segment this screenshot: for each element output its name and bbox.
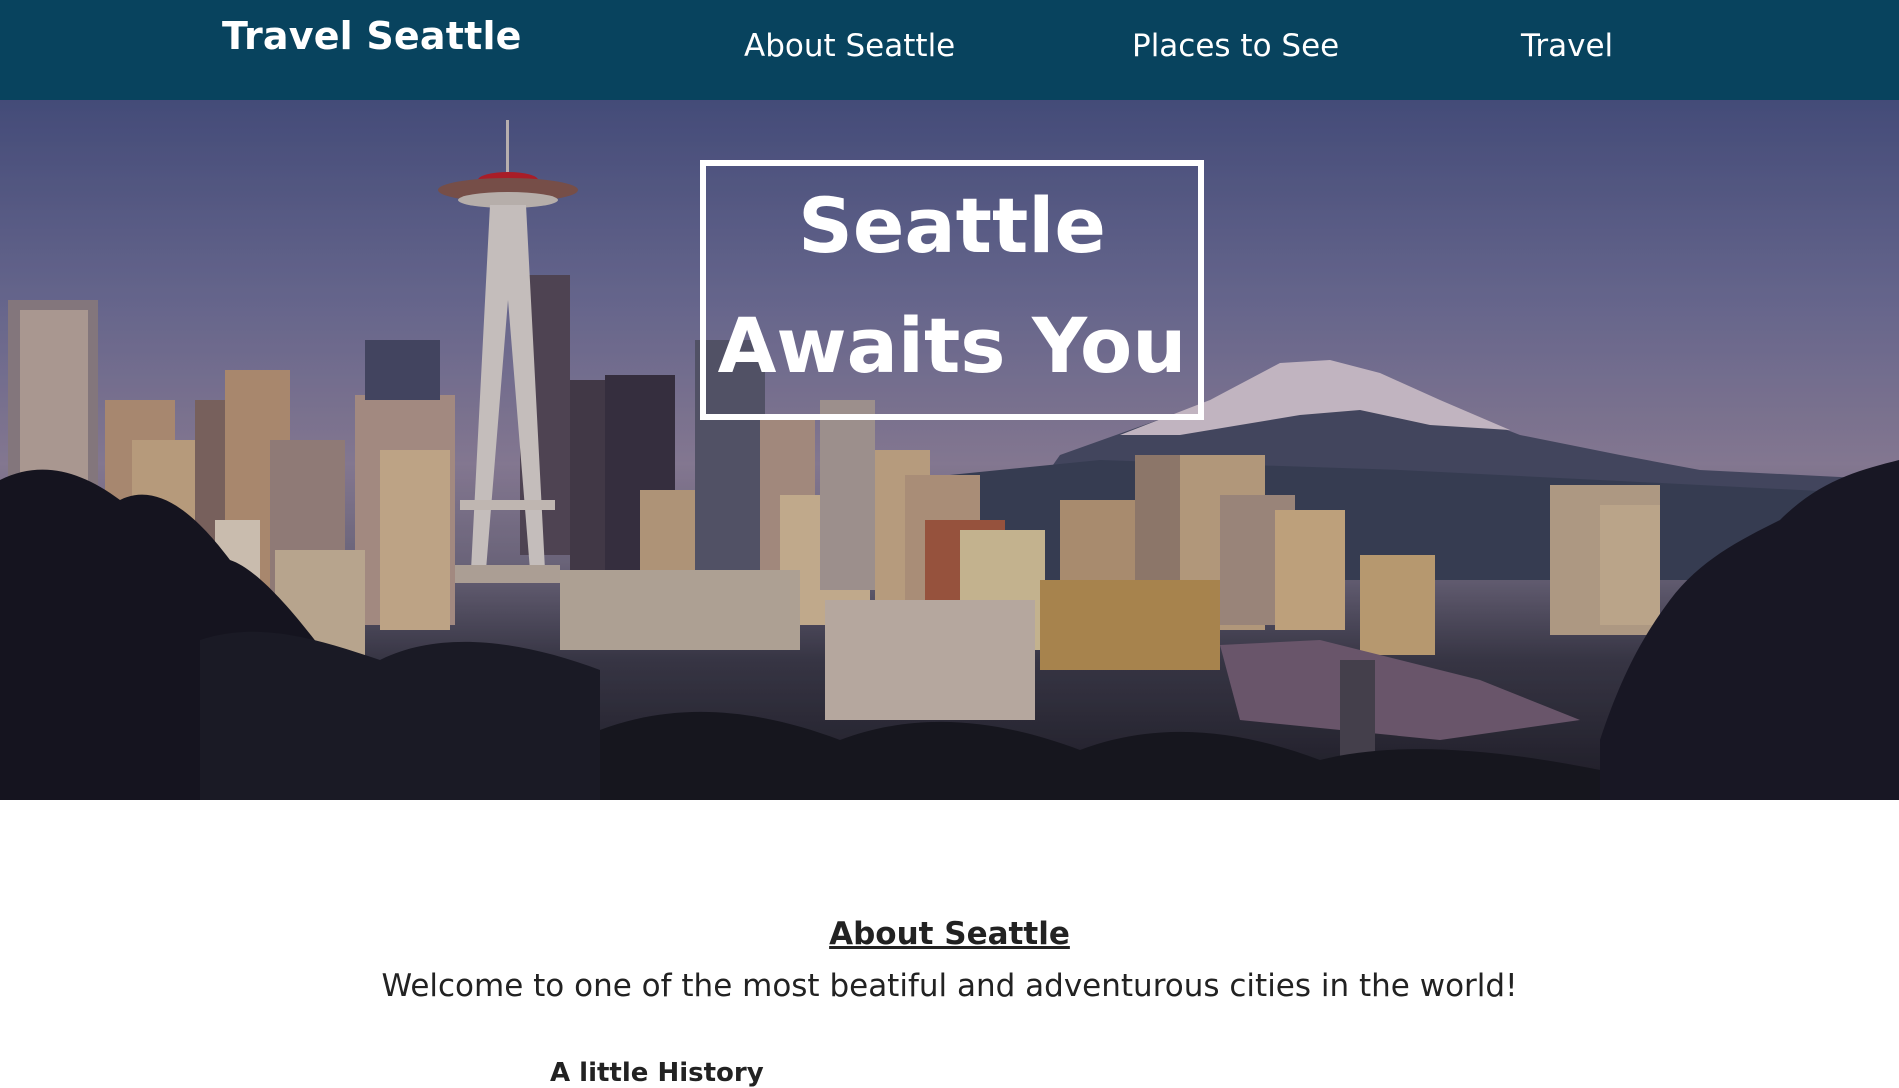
top-navbar: Travel Seattle About Seattle Places to S… [0, 0, 1899, 100]
hero-banner: Seattle Awaits You [0, 100, 1899, 800]
about-welcome-text: Welcome to one of the most beatiful and … [381, 968, 1518, 1004]
hero-title-line-1: Seattle [798, 181, 1106, 270]
about-section: About Seattle Welcome to one of the most… [0, 800, 1899, 1088]
hero-title-box: Seattle Awaits You [700, 160, 1204, 420]
hero-title-line-2: Awaits You [717, 301, 1187, 390]
nav-travel[interactable]: Travel [1521, 28, 1613, 64]
nav-about-seattle[interactable]: About Seattle [744, 28, 955, 64]
about-heading: About Seattle [829, 916, 1070, 952]
brand-link[interactable]: Travel Seattle [222, 14, 522, 58]
history-subheading: A little History [550, 1058, 764, 1088]
nav-places-to-see[interactable]: Places to See [1132, 28, 1339, 64]
